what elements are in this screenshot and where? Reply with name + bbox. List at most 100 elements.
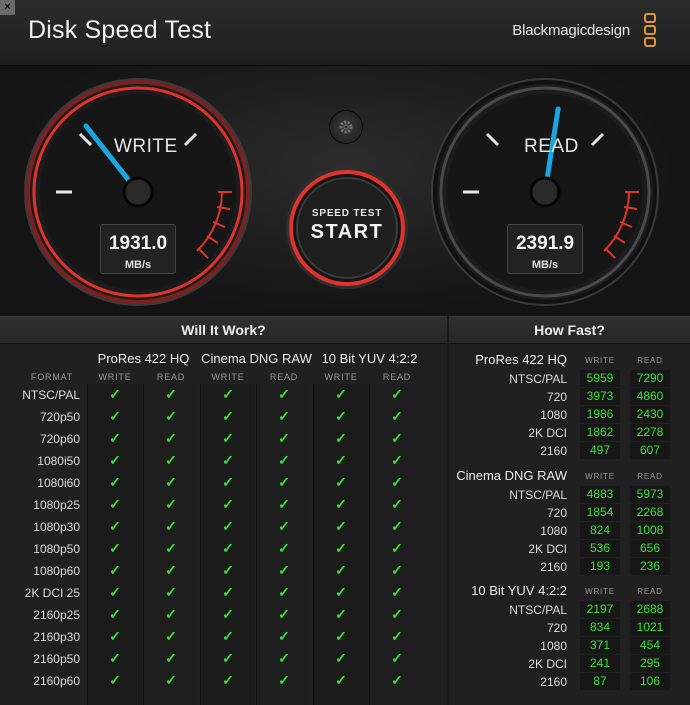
- close-icon[interactable]: ×: [0, 0, 15, 15]
- check-icon: ✓: [109, 584, 121, 600]
- disk-speed-test-window: × Disk Speed Test Blackmagicdesign WRITE…: [0, 0, 690, 705]
- how-row-label: 1080: [540, 524, 567, 538]
- write-gauge-readout: 1931.0 MB/s: [100, 224, 176, 274]
- read-gauge-label: READ: [524, 136, 579, 157]
- will-group-name: Cinema DNG RAW: [201, 351, 312, 366]
- will-it-work-title: Will It Work?: [0, 317, 447, 344]
- check-icon: ✓: [391, 628, 403, 644]
- title-bar: × Disk Speed Test Blackmagicdesign: [0, 0, 690, 66]
- check-icon: ✓: [222, 650, 234, 666]
- check-icon: ✓: [222, 430, 234, 446]
- how-fast-title: How Fast?: [449, 317, 690, 344]
- check-icon: ✓: [165, 452, 177, 468]
- check-icon: ✓: [335, 386, 347, 402]
- read-speed-cell: 656: [630, 540, 670, 557]
- format-label: 1080p25: [33, 498, 80, 512]
- gauge-panel: WRITE 1931.0 MB/s SPEED TEST START READ …: [0, 66, 690, 316]
- start-button[interactable]: SPEED TEST START: [285, 166, 409, 290]
- check-icon: ✓: [165, 584, 177, 600]
- format-label: 2160p30: [33, 630, 80, 644]
- how-row-label: NTSC/PAL: [509, 488, 567, 502]
- write-speed-cell: 193: [580, 558, 620, 575]
- check-icon: ✓: [165, 606, 177, 622]
- check-icon: ✓: [222, 606, 234, 622]
- format-column-header: FORMAT: [30, 372, 74, 382]
- how-read-header: READ: [637, 587, 663, 596]
- settings-button[interactable]: [329, 110, 363, 144]
- format-label: 2K DCI 25: [24, 586, 80, 600]
- check-icon: ✓: [335, 606, 347, 622]
- check-icon: ✓: [335, 452, 347, 468]
- check-icon: ✓: [165, 540, 177, 556]
- check-icon: ✓: [278, 474, 290, 490]
- format-label: 2160p60: [33, 674, 80, 688]
- read-speed-cell: 2278: [630, 424, 670, 441]
- how-row-label: 720: [546, 390, 567, 404]
- check-icon: ✓: [165, 408, 177, 424]
- read-speed-cell: 295: [630, 655, 670, 672]
- check-icon: ✓: [391, 562, 403, 578]
- check-icon: ✓: [222, 408, 234, 424]
- check-icon: ✓: [165, 672, 177, 688]
- write-speed-cell: 1854: [580, 504, 620, 521]
- check-icon: ✓: [391, 496, 403, 512]
- check-icon: ✓: [335, 540, 347, 556]
- read-speed-cell: 1021: [630, 619, 670, 636]
- check-icon: ✓: [222, 628, 234, 644]
- check-icon: ✓: [222, 584, 234, 600]
- check-icon: ✓: [391, 540, 403, 556]
- how-row-label: 1080: [540, 639, 567, 653]
- read-speed-cell: 7290: [630, 370, 670, 387]
- read-speed-value: 2391.9: [515, 233, 575, 254]
- read-speed-cell: 1008: [630, 522, 670, 539]
- how-write-header: WRITE: [585, 356, 615, 365]
- read-speed-unit: MB/s: [531, 259, 559, 271]
- check-icon: ✓: [222, 672, 234, 688]
- format-label: 720p60: [39, 432, 80, 446]
- write-speed-cell: 371: [580, 637, 620, 654]
- check-icon: ✓: [278, 562, 290, 578]
- how-row-label: 2K DCI: [528, 426, 567, 440]
- check-icon: ✓: [391, 672, 403, 688]
- check-icon: ✓: [109, 628, 121, 644]
- check-icon: ✓: [109, 606, 121, 622]
- check-icon: ✓: [109, 540, 121, 556]
- read-speed-cell: 2268: [630, 504, 670, 521]
- check-icon: ✓: [222, 474, 234, 490]
- brand-logo-icon: [644, 13, 658, 51]
- check-icon: ✓: [278, 386, 290, 402]
- check-icon: ✓: [165, 386, 177, 402]
- check-icon: ✓: [222, 518, 234, 534]
- write-gauge-label: WRITE: [114, 136, 178, 157]
- will-group-name: 10 Bit YUV 4:2:2: [321, 351, 418, 366]
- will-read-header: READ: [382, 372, 412, 382]
- how-row-label: 2K DCI: [528, 542, 567, 556]
- check-icon: ✓: [391, 452, 403, 468]
- check-icon: ✓: [278, 430, 290, 446]
- check-icon: ✓: [278, 452, 290, 468]
- format-label: 2160p50: [33, 652, 80, 666]
- write-speed-cell: 1986: [580, 406, 620, 423]
- read-speed-cell: 236: [630, 558, 670, 575]
- format-label: 2160p25: [33, 608, 80, 622]
- how-row-label: 720: [546, 621, 567, 635]
- check-icon: ✓: [109, 474, 121, 490]
- format-label: 1080p60: [33, 564, 80, 578]
- read-speed-cell: 607: [630, 442, 670, 459]
- read-speed-cell: 2688: [630, 601, 670, 618]
- write-speed-cell: 824: [580, 522, 620, 539]
- check-icon: ✓: [391, 606, 403, 622]
- format-label: 1080p30: [33, 520, 80, 534]
- how-row-label: 1080: [540, 408, 567, 422]
- brand-name: Blackmagicdesign: [512, 22, 630, 39]
- check-icon: ✓: [278, 540, 290, 556]
- check-icon: ✓: [222, 452, 234, 468]
- gear-icon: [339, 120, 353, 134]
- format-label: 1080i60: [37, 476, 80, 490]
- format-label: 720p50: [39, 410, 80, 424]
- write-gauge: WRITE 1931.0 MB/s: [22, 76, 254, 308]
- will-write-header: WRITE: [324, 372, 358, 382]
- check-icon: ✓: [278, 496, 290, 512]
- check-icon: ✓: [109, 496, 121, 512]
- write-speed-value: 1931.0: [108, 233, 168, 254]
